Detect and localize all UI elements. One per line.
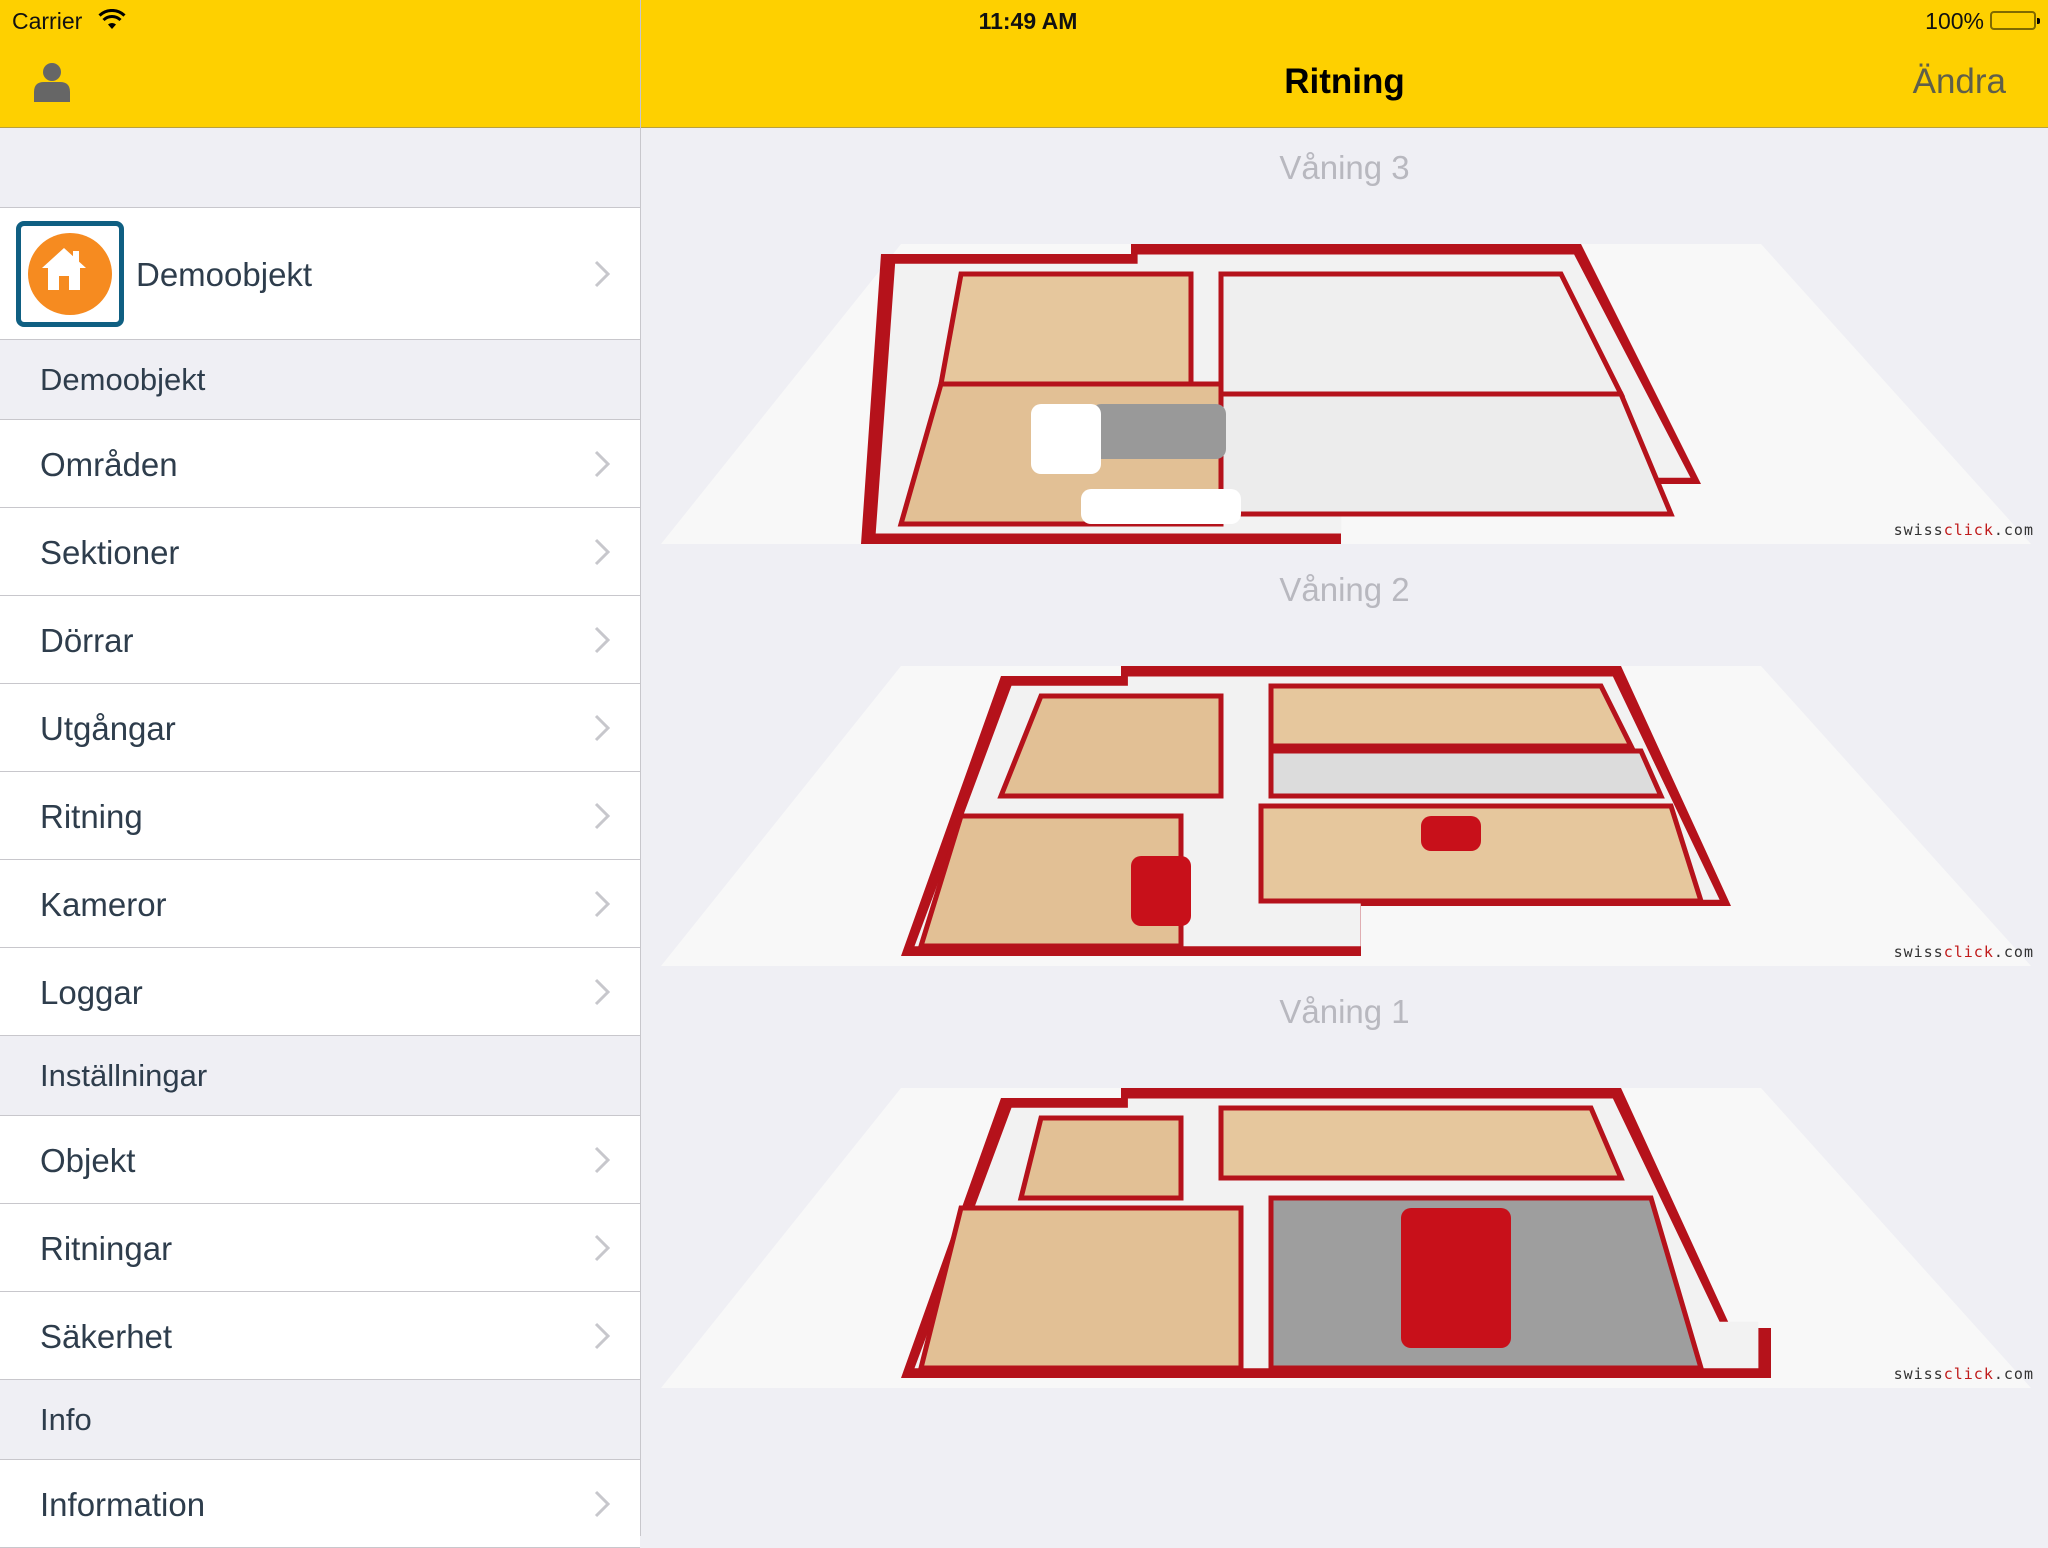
sidebar-item-label: Sektioner: [40, 534, 180, 571]
edit-button[interactable]: Ändra: [1913, 62, 2006, 102]
object-name: Demoobjekt: [136, 256, 313, 293]
watermark-suffix: .com: [1993, 521, 2034, 539]
room[interactable]: [1218, 391, 1675, 517]
page-title: Ritning: [1284, 62, 1405, 101]
furniture: [1031, 404, 1101, 474]
sidebar-item-objekt[interactable]: Objekt: [0, 1116, 640, 1204]
sidebar-item-label: Kameror: [40, 886, 167, 923]
sidebar-item-label: Områden: [40, 446, 178, 483]
chevron-right-icon: [594, 626, 610, 654]
sidebar-item-label: Dörrar: [40, 622, 134, 659]
person-icon: [34, 63, 70, 102]
section-title: Inställningar: [40, 1058, 208, 1093]
sidebar-item-dorrar[interactable]: Dörrar: [0, 596, 640, 684]
battery-percent: 100%: [1925, 8, 1984, 34]
sidebar-item-label: Information: [40, 1486, 206, 1523]
sidebar-item-label: Utgångar: [40, 710, 176, 747]
watermark: swissclick.com: [1894, 943, 2034, 961]
room[interactable]: [1268, 683, 1636, 749]
watermark-accent: click: [1943, 1365, 1994, 1383]
chevron-right-icon: [594, 1146, 610, 1174]
navigation-bar: Carrier 11:49 AM 100% Ritning Ändra: [0, 0, 2048, 128]
room[interactable]: [1218, 271, 1626, 397]
watermark-suffix: .com: [1993, 1365, 2034, 1383]
furniture: [1081, 489, 1241, 524]
sidebar-item-label: Objekt: [40, 1142, 136, 1179]
watermark-prefix: swiss: [1893, 521, 1944, 539]
room[interactable]: [1268, 748, 1665, 799]
watermark-suffix: .com: [1993, 943, 2034, 961]
section-title: Demoobjekt: [40, 362, 206, 397]
object-selector[interactable]: Demoobjekt: [0, 208, 640, 340]
room[interactable]: [1218, 1105, 1625, 1181]
watermark-accent: click: [1943, 521, 1994, 539]
room[interactable]: [938, 271, 1194, 387]
floor-plan-image[interactable]: [661, 666, 2041, 966]
section-header-installningar: Inställningar: [0, 1036, 640, 1116]
watermark-prefix: swiss: [1893, 943, 1944, 961]
room[interactable]: [1258, 803, 1705, 904]
sidebar-item-label: Ritningar: [40, 1230, 173, 1267]
room[interactable]: [917, 1205, 1244, 1371]
sidebar-item-utgangar[interactable]: Utgångar: [0, 684, 640, 772]
furniture: [1401, 1208, 1511, 1348]
floor-label: Våning 3: [1279, 149, 1410, 186]
furniture: [1421, 816, 1481, 851]
house-icon: [42, 248, 86, 290]
sidebar-item-kameror[interactable]: Kameror: [0, 860, 640, 948]
chevron-right-icon: [594, 714, 610, 742]
sidebar-item-loggar[interactable]: Loggar: [0, 948, 640, 1036]
status-bar: Carrier 11:49 AM 100%: [0, 0, 2048, 40]
furniture: [1091, 404, 1226, 459]
section-header-info: Info: [0, 1380, 640, 1460]
chevron-right-icon: [594, 802, 610, 830]
section-header-demoobjekt: Demoobjekt: [0, 340, 640, 420]
user-profile-button[interactable]: [34, 62, 70, 102]
sidebar-item-sakerhet[interactable]: Säkerhet: [0, 1292, 640, 1380]
chevron-right-icon: [594, 538, 610, 566]
object-avatar: [16, 221, 124, 327]
sidebar-item-label: Loggar: [40, 974, 143, 1011]
sidebar-item-label: Säkerhet: [40, 1318, 173, 1355]
sidebar: Demoobjekt Demoobjekt Områden Sektioner …: [0, 129, 640, 1548]
sidebar-item-label: Ritning: [40, 798, 143, 835]
sidebar-item-sektioner[interactable]: Sektioner: [0, 508, 640, 596]
room[interactable]: [1017, 1115, 1184, 1201]
clock: 11:49 AM: [978, 8, 1078, 34]
chevron-right-icon: [594, 978, 610, 1006]
watermark: swissclick.com: [1894, 521, 2034, 539]
chevron-right-icon: [594, 1234, 610, 1262]
floor-plan-image[interactable]: [661, 244, 2041, 544]
sidebar-item-omraden[interactable]: Områden: [0, 420, 640, 508]
watermark: swissclick.com: [1894, 1365, 2034, 1383]
chevron-right-icon: [594, 450, 610, 478]
battery-icon: [1990, 11, 2040, 30]
sidebar-top-spacer: [0, 129, 640, 208]
section-title: Info: [40, 1402, 92, 1437]
room[interactable]: [997, 693, 1224, 799]
floorplan-view[interactable]: Våning 3 swissclick.com Våning 2 swisscl…: [641, 129, 2048, 1536]
chevron-right-icon: [594, 890, 610, 918]
chevron-right-icon: [594, 1490, 610, 1518]
sidebar-item-ritningar[interactable]: Ritningar: [0, 1204, 640, 1292]
floor-label: Våning 1: [1279, 993, 1410, 1030]
floor-label: Våning 2: [1279, 571, 1410, 608]
chevron-right-icon: [594, 1322, 610, 1350]
sidebar-item-ritning[interactable]: Ritning: [0, 772, 640, 860]
furniture: [1131, 856, 1191, 926]
sidebar-item-information[interactable]: Information: [0, 1460, 640, 1548]
chevron-right-icon: [594, 260, 610, 288]
watermark-accent: click: [1943, 943, 1994, 961]
watermark-prefix: swiss: [1893, 1365, 1944, 1383]
floor-plan-image[interactable]: [661, 1088, 2041, 1388]
